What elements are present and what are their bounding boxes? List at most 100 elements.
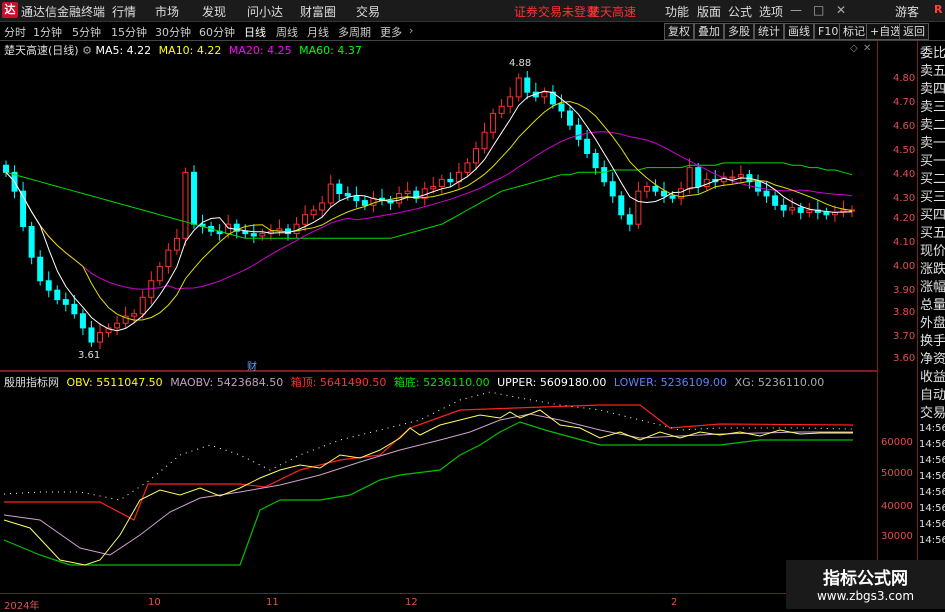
candle-body[interactable] <box>404 190 411 195</box>
sidebar-item[interactable]: 买二 <box>920 171 945 188</box>
candle-body[interactable] <box>524 77 531 93</box>
candle-body[interactable] <box>609 181 616 197</box>
finance-marker[interactable]: 财 <box>247 358 257 373</box>
candle-body[interactable] <box>28 226 35 258</box>
candle-body[interactable] <box>695 167 702 187</box>
candle-body[interactable] <box>797 207 804 213</box>
candle-body[interactable] <box>541 91 548 98</box>
settings-icon[interactable]: ⚙ <box>82 44 95 57</box>
candle-body[interactable] <box>661 190 667 197</box>
candle-body[interactable] <box>772 195 779 206</box>
candle-body[interactable] <box>293 223 300 235</box>
candle-body[interactable] <box>806 209 813 213</box>
sidebar-item[interactable]: 卖二 <box>920 117 945 134</box>
diamond-icon[interactable]: ◇ <box>850 43 858 54</box>
candle-body[interactable] <box>165 249 172 268</box>
candle-body[interactable] <box>139 296 146 315</box>
candle-body[interactable] <box>567 110 573 126</box>
candle-body[interactable] <box>635 190 642 225</box>
candle-body[interactable] <box>79 313 86 329</box>
candle-body[interactable] <box>37 256 44 282</box>
candle-body[interactable] <box>88 327 95 343</box>
candle-body[interactable] <box>823 211 830 216</box>
sidebar-auto[interactable]: 自动 <box>920 387 945 404</box>
sidebar-item[interactable]: 现价 <box>920 243 945 260</box>
close-chart-icon[interactable]: ✕ <box>863 43 871 54</box>
candle-body[interactable] <box>114 322 121 329</box>
candle-body[interactable] <box>319 202 326 211</box>
candle-body[interactable] <box>353 195 360 202</box>
candle-body[interactable] <box>438 178 445 187</box>
x-tick: 2 <box>671 597 678 608</box>
sidebar-item[interactable]: 卖一 <box>920 135 945 152</box>
candle-body[interactable] <box>729 176 736 179</box>
sidebar-item[interactable]: 卖三 <box>920 99 945 116</box>
candle-body[interactable] <box>592 152 599 169</box>
candle-body[interactable] <box>737 174 744 178</box>
candle-body[interactable] <box>558 103 565 112</box>
candle-body[interactable] <box>789 207 796 211</box>
candle-body[interactable] <box>45 280 52 291</box>
candle-body[interactable] <box>327 183 334 204</box>
sidebar-item[interactable]: 买五 <box>920 225 945 242</box>
candle-body[interactable] <box>473 148 479 164</box>
indicator-name[interactable]: 殷朋指标网 <box>4 376 59 389</box>
candle-body[interactable] <box>336 183 343 195</box>
sidebar-item[interactable]: 涨幅 <box>920 279 945 296</box>
candle-body[interactable] <box>3 164 9 173</box>
candle-body[interactable] <box>481 131 488 150</box>
candle-body[interactable] <box>763 190 770 197</box>
sidebar-item[interactable]: 总量 <box>920 297 945 314</box>
candle-body[interactable] <box>490 112 497 133</box>
candle-body[interactable] <box>447 178 454 183</box>
candle-body[interactable] <box>755 181 761 192</box>
candle-body[interactable] <box>71 303 78 315</box>
kline-chart[interactable] <box>0 0 945 609</box>
sidebar-item[interactable]: 换手 <box>920 333 945 350</box>
sidebar-item[interactable]: 买三 <box>920 189 945 206</box>
sidebar-item[interactable]: 买一 <box>920 153 945 170</box>
candle-body[interactable] <box>131 313 138 317</box>
candle-body[interactable] <box>361 200 368 206</box>
sidebar-item[interactable]: 外盘 <box>920 315 945 332</box>
upper-value: UPPER: 5609180.00 <box>497 376 607 389</box>
sidebar-item[interactable]: 卖五 <box>920 63 945 80</box>
candle-body[interactable] <box>191 171 197 225</box>
sidebar-trade[interactable]: 交易 <box>920 405 945 422</box>
price-tick: 3.90 <box>893 285 916 296</box>
candle-body[interactable] <box>344 193 351 197</box>
candle-body[interactable] <box>780 204 787 211</box>
candle-body[interactable] <box>601 167 608 183</box>
sidebar-item[interactable]: 委比 <box>920 45 945 62</box>
candle-body[interactable] <box>156 266 163 282</box>
sidebar-item[interactable]: 涨跌 <box>920 261 945 278</box>
candle-body[interactable] <box>515 77 522 98</box>
candle-body[interactable] <box>669 195 676 199</box>
candle-body[interactable] <box>54 289 61 301</box>
candle-body[interactable] <box>575 124 582 140</box>
candle-body[interactable] <box>652 185 659 192</box>
sidebar-item[interactable]: 卖四 <box>920 81 945 98</box>
candle-body[interactable] <box>507 96 514 107</box>
candle-body[interactable] <box>310 209 317 216</box>
candle-body[interactable] <box>302 214 309 225</box>
sidebar-item[interactable]: 买四 <box>920 207 945 224</box>
candle-body[interactable] <box>182 171 189 239</box>
candle-body[interactable] <box>173 237 180 251</box>
candle-body[interactable] <box>584 138 591 154</box>
candle-body[interactable] <box>259 233 266 237</box>
candle-body[interactable] <box>626 214 633 225</box>
candle-body[interactable] <box>686 167 693 190</box>
candle-body[interactable] <box>97 332 103 343</box>
candle-body[interactable] <box>464 162 471 173</box>
candle-body[interactable] <box>498 105 505 114</box>
sidebar-item[interactable]: 净资 <box>920 351 945 368</box>
candle-body[interactable] <box>62 299 69 305</box>
candle-body[interactable] <box>250 233 257 237</box>
sidebar-item[interactable]: 收益 <box>920 369 945 386</box>
candle-body[interactable] <box>643 185 650 192</box>
candle-body[interactable] <box>618 195 625 216</box>
candle-body[interactable] <box>242 230 249 235</box>
candle-body[interactable] <box>430 185 437 190</box>
ind-tick: 60000 <box>881 437 913 448</box>
